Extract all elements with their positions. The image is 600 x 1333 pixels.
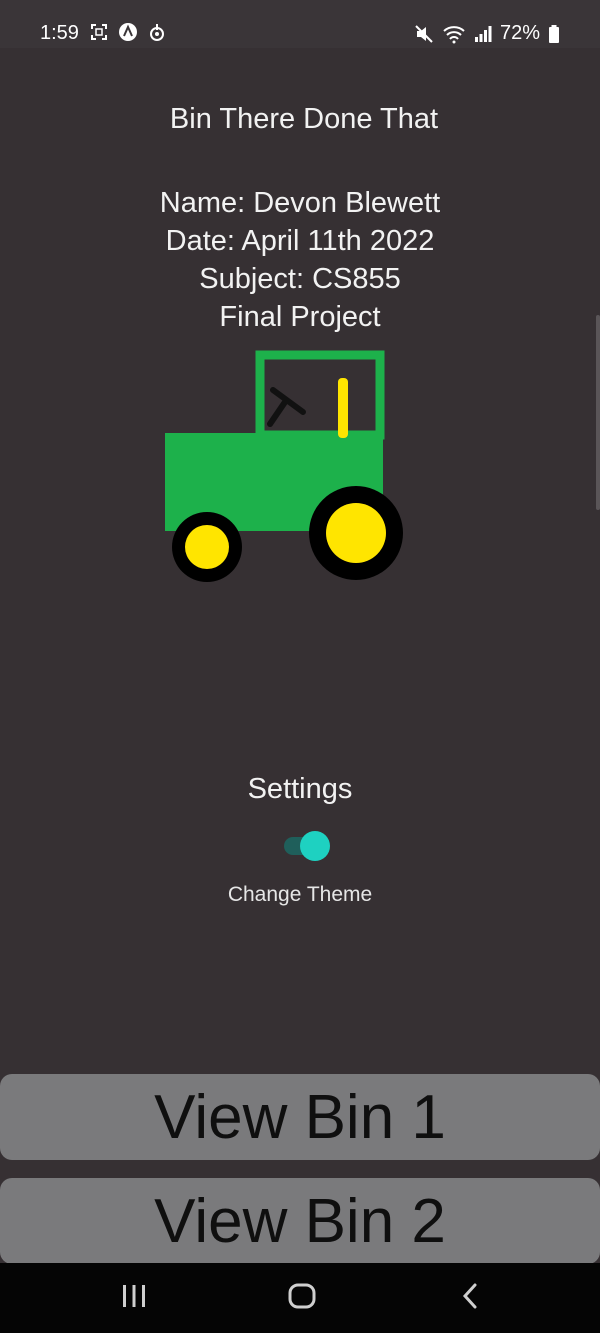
notification-icon xyxy=(148,22,166,42)
name-text: Name: Devon Blewett xyxy=(159,187,441,219)
recents-icon[interactable] xyxy=(120,1281,148,1316)
back-icon[interactable] xyxy=(458,1281,482,1316)
theme-toggle[interactable] xyxy=(284,830,332,862)
tractor-logo xyxy=(165,350,403,582)
front-wheel-hub xyxy=(185,525,229,569)
status-time: 1:59 xyxy=(40,22,79,44)
project-text: Final Project xyxy=(219,301,381,333)
date-text: Date: April 11th 2022 xyxy=(165,225,435,257)
exhaust-pipe xyxy=(338,378,348,438)
rear-wheel-hub xyxy=(326,503,386,563)
project-info: Name: Devon Blewett Date: April 11th 202… xyxy=(0,184,600,336)
wifi-icon xyxy=(442,24,466,44)
navigation-bar xyxy=(0,1263,600,1333)
app-a-icon xyxy=(118,22,138,42)
battery-icon xyxy=(548,24,560,43)
steering-wheel xyxy=(267,387,306,427)
status-left-icons xyxy=(90,22,166,42)
app-title: Bin There Done That xyxy=(169,103,439,135)
view-bin-1-button[interactable]: View Bin 1 xyxy=(0,1074,600,1160)
status-bar: 1:59 72% xyxy=(0,0,600,48)
screenshot-icon xyxy=(90,23,108,41)
settings-title: Settings xyxy=(247,773,353,805)
status-right-icons: 72% xyxy=(414,22,560,45)
view-bin-2-button[interactable]: View Bin 2 xyxy=(0,1178,600,1264)
mute-icon xyxy=(414,24,434,44)
home-icon[interactable] xyxy=(287,1281,317,1316)
scrollbar[interactable] xyxy=(596,315,600,510)
signal-icon xyxy=(474,25,492,43)
battery-label: 72% xyxy=(499,22,540,44)
change-theme-label: Change Theme xyxy=(227,883,373,906)
toggle-thumb xyxy=(300,831,330,861)
subject-text: Subject: CS855 xyxy=(199,263,401,295)
